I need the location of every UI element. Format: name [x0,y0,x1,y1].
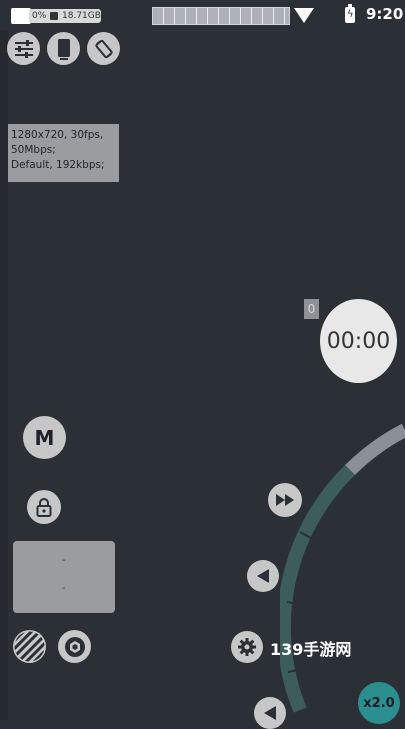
sd-card-icon [50,12,58,20]
zoom-dial[interactable] [280,410,405,720]
sliders-icon [14,39,33,58]
info-line-2: 50Mbps; [11,144,56,156]
panel-dot-1: - [62,555,66,566]
record-timer-button[interactable]: 00:00 [320,299,397,383]
clip-counter: 0 [304,299,319,319]
rotate-icon [94,39,113,58]
aperture-icon [64,636,85,657]
stripes-icon [14,631,45,662]
wifi-icon [294,8,314,23]
rotate-button[interactable] [87,32,120,65]
triangle-left-icon [264,706,276,720]
triangle-left-icon [257,569,269,583]
settings-button[interactable] [231,631,263,663]
notification-icon [11,8,31,24]
panel-dot-2: - [62,583,66,594]
aperture-button[interactable] [58,630,91,663]
manual-mode-button[interactable]: M [23,416,66,459]
zoom-level-button[interactable]: x2.0 [358,682,400,724]
stripes-filter-button[interactable] [13,630,46,663]
device-button[interactable] [47,32,80,65]
watermark-text: 139手游网 [270,640,352,659]
volume-button[interactable] [254,697,286,729]
recording-settings-info: 1280x720, 30fps, 50Mbps; Default, 192kbp… [8,124,119,182]
lock-icon [36,498,52,517]
info-line-3: Default, 192kbps; [11,159,105,171]
audio-level-meter [152,7,290,25]
preview-panel[interactable]: - - [13,541,115,613]
play-reverse-button[interactable] [247,560,279,592]
lock-button[interactable] [27,490,61,524]
storage-value: 18.71GB [62,11,101,21]
fast-forward-icon [276,494,294,506]
info-line-1: 1280x720, 30fps, [11,129,104,141]
gear-icon [238,638,256,656]
storage-indicator: 0% 18.71GB [29,9,101,23]
settings-sliders-button[interactable] [7,32,40,65]
phone-icon [57,38,70,60]
clock: 9:20 [366,5,404,23]
fast-forward-button[interactable] [268,483,302,517]
battery-percent: 0% [32,11,47,21]
left-edge [0,30,8,720]
status-bar: 0% 18.71GB ϟ 9:20 [0,0,405,30]
battery-icon: ϟ [345,4,355,23]
